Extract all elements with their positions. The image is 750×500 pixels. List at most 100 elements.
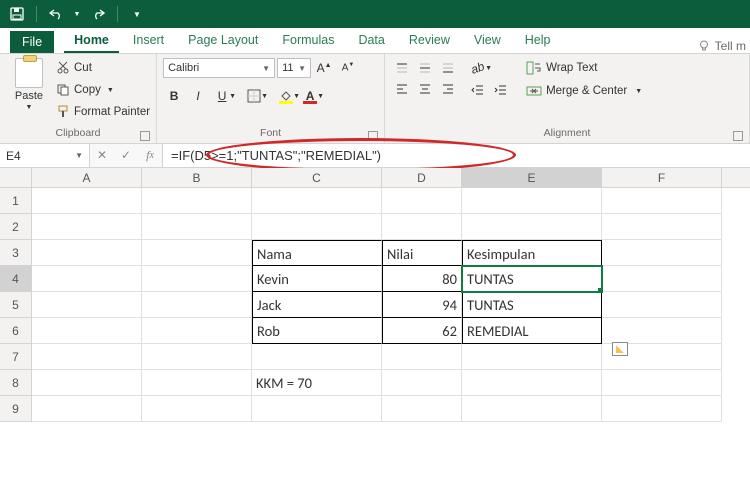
merge-center-button[interactable]: Merge & Center ▼ [522,81,646,101]
cell[interactable] [602,188,722,214]
cell[interactable]: Jack [252,292,382,318]
undo-caret-icon[interactable]: ▼ [73,3,81,25]
cell[interactable] [32,370,142,396]
tab-insert[interactable]: Insert [123,33,174,53]
cell[interactable] [462,188,602,214]
redo-icon[interactable] [87,3,109,25]
row-header[interactable]: 4 [0,266,32,292]
qat-customize-icon[interactable]: ▼ [126,3,148,25]
wrap-text-button[interactable]: Wrap Text [522,58,646,78]
cell[interactable]: 80 [382,266,462,292]
cell[interactable] [252,188,382,214]
cell[interactable] [602,396,722,422]
cell[interactable] [32,214,142,240]
cell[interactable] [602,370,722,396]
cell[interactable] [602,318,722,344]
cell[interactable]: Rob [252,318,382,344]
name-box[interactable]: E4 ▼ [0,144,90,167]
cell[interactable] [32,396,142,422]
row-header[interactable]: 8 [0,370,32,396]
cell[interactable] [462,370,602,396]
tab-file[interactable]: File [10,31,54,53]
cell[interactable] [252,214,382,240]
cell[interactable] [382,214,462,240]
row-header[interactable]: 3 [0,240,32,266]
save-icon[interactable] [6,3,28,25]
align-bottom-icon[interactable] [437,58,459,78]
dialog-launcher-icon[interactable] [733,131,743,141]
bold-button[interactable]: B [163,86,185,106]
col-header-D[interactable]: D [382,168,462,187]
font-name-combo[interactable]: Calibri▼ [163,58,275,78]
decrease-indent-icon[interactable] [467,80,489,100]
fill-color-button[interactable]: ▼ [275,86,297,106]
increase-indent-icon[interactable] [490,80,512,100]
fx-icon[interactable]: fx [138,148,162,163]
cell[interactable]: 94 [382,292,462,318]
tab-page-layout[interactable]: Page Layout [178,33,268,53]
align-middle-icon[interactable] [414,58,436,78]
cell[interactable] [382,396,462,422]
cell[interactable]: KKM = 70 [252,370,382,396]
underline-button[interactable]: U▼ [211,86,233,106]
dialog-launcher-icon[interactable] [368,131,378,141]
italic-button[interactable]: I [187,86,209,106]
orientation-button[interactable]: ab▼ [467,58,489,78]
row-header[interactable]: 9 [0,396,32,422]
col-header-F[interactable]: F [602,168,722,187]
col-header-E[interactable]: E [462,168,602,187]
cell[interactable]: REMEDIAL [462,318,602,344]
cell[interactable] [32,188,142,214]
cut-button[interactable]: Cut [56,58,150,78]
tell-me[interactable]: Tell m [697,39,750,53]
tab-home[interactable]: Home [64,33,119,53]
cell[interactable] [142,370,252,396]
smart-tag-icon[interactable] [612,342,628,356]
row-header[interactable]: 1 [0,188,32,214]
cell[interactable] [252,396,382,422]
cell[interactable]: Kesimpulan [462,240,602,266]
copy-button[interactable]: Copy ▼ [56,80,150,100]
cell[interactable] [462,344,602,370]
tab-review[interactable]: Review [399,33,460,53]
col-header-A[interactable]: A [32,168,142,187]
cell[interactable]: 62 [382,318,462,344]
cell[interactable] [142,318,252,344]
cell-active[interactable]: TUNTAS [462,266,602,292]
cell[interactable] [602,214,722,240]
cell[interactable] [462,396,602,422]
row-header[interactable]: 7 [0,344,32,370]
cell[interactable]: Nama [252,240,382,266]
tab-data[interactable]: Data [348,33,394,53]
undo-icon[interactable] [45,3,67,25]
tab-help[interactable]: Help [515,33,561,53]
cancel-formula-icon[interactable]: ✕ [90,148,114,163]
cell[interactable]: Nilai [382,240,462,266]
col-header-C[interactable]: C [252,168,382,187]
cell[interactable] [602,240,722,266]
align-top-icon[interactable] [391,58,413,78]
cell[interactable] [32,266,142,292]
cell[interactable] [32,318,142,344]
paste-button[interactable]: Paste ▼ [6,58,52,127]
row-header[interactable]: 5 [0,292,32,318]
cell[interactable] [32,344,142,370]
align-center-icon[interactable] [414,79,436,99]
cell[interactable] [142,292,252,318]
cell[interactable] [462,214,602,240]
decrease-font-icon[interactable]: A▼ [337,58,359,78]
cell[interactable] [602,266,722,292]
cell[interactable] [382,344,462,370]
tab-formulas[interactable]: Formulas [272,33,344,53]
font-color-button[interactable]: A ▼ [299,86,321,106]
cell[interactable] [142,396,252,422]
cell[interactable] [142,266,252,292]
cell[interactable] [142,188,252,214]
fill-handle[interactable] [598,288,602,292]
cell[interactable] [382,188,462,214]
font-size-combo[interactable]: 11▼ [277,58,311,78]
dialog-launcher-icon[interactable] [140,131,150,141]
cell[interactable] [142,214,252,240]
cell[interactable] [32,292,142,318]
align-left-icon[interactable] [391,79,413,99]
